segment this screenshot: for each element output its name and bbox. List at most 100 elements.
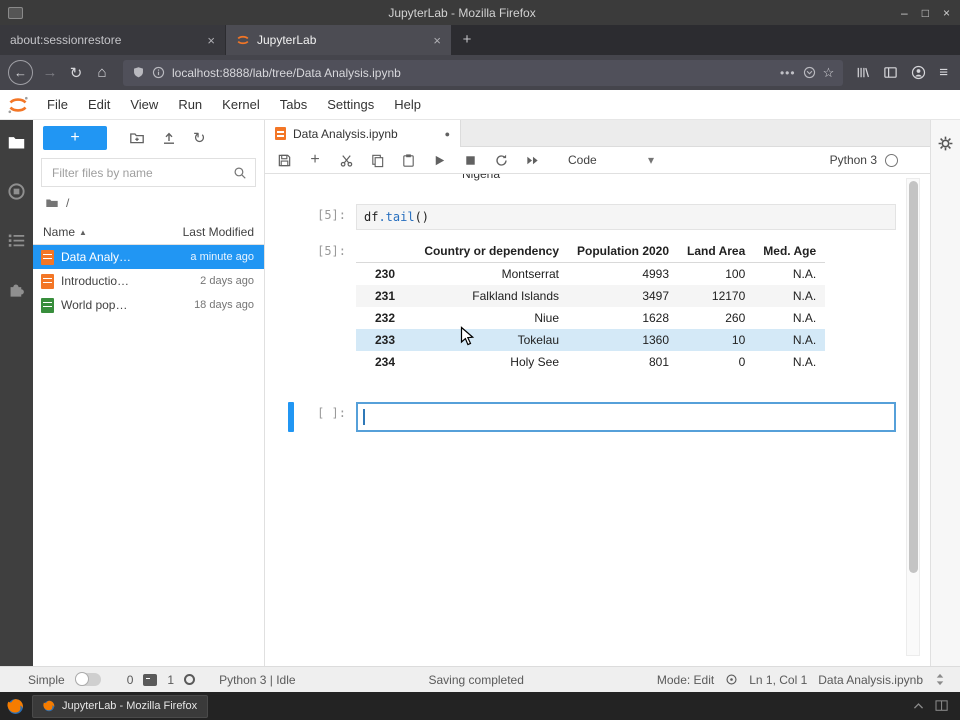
menu-file[interactable]: File	[37, 97, 78, 112]
bookmark-star-icon[interactable]: ☆	[823, 65, 835, 81]
filter-files-input[interactable]	[50, 164, 233, 181]
simple-mode-toggle[interactable]	[74, 672, 101, 686]
crosshair-icon[interactable]	[725, 673, 738, 686]
new-folder-icon[interactable]	[129, 130, 145, 146]
save-button[interactable]	[275, 151, 293, 169]
menu-view[interactable]: View	[120, 97, 168, 112]
breadcrumb[interactable]: /	[33, 191, 264, 215]
filter-files-box[interactable]	[41, 158, 256, 187]
refresh-files-icon[interactable]: ↻	[193, 129, 206, 147]
menu-edit[interactable]: Edit	[78, 97, 120, 112]
new-launcher-button[interactable]: +	[43, 126, 107, 150]
browser-tab-jupyterlab[interactable]: JupyterLab ×	[226, 25, 451, 55]
menu-run[interactable]: Run	[168, 97, 212, 112]
text-cursor	[363, 409, 365, 425]
tab-close-icon[interactable]: ×	[207, 33, 215, 48]
sort-ascending-icon: ▲	[79, 227, 87, 237]
pocket-icon[interactable]	[803, 66, 816, 79]
maximize-button[interactable]: □	[922, 6, 929, 20]
firefox-launcher-icon[interactable]	[7, 698, 24, 715]
close-button[interactable]: ×	[943, 6, 950, 20]
home-button[interactable]: ⌂	[89, 60, 115, 86]
jupyterlab-menubar: File Edit View Run Kernel Tabs Settings …	[0, 90, 960, 120]
file-browser-panel: + ↻ Filter files by name / Name ▲ Last M…	[33, 120, 265, 666]
sidebars-icon[interactable]	[883, 65, 898, 80]
column-header-name[interactable]: Name ▲	[43, 225, 183, 239]
paste-cells-button[interactable]	[399, 151, 417, 169]
interrupt-kernel-button[interactable]	[461, 151, 479, 169]
tracking-shield-icon[interactable]	[132, 66, 145, 79]
file-row-data-analysis[interactable]: Data Analy… a minute ago	[33, 245, 264, 269]
copy-icon	[371, 154, 383, 167]
modified-dot-icon[interactable]: ●	[445, 129, 450, 139]
menu-settings[interactable]: Settings	[317, 97, 384, 112]
taskbar-window-button[interactable]: JupyterLab - Mozilla Firefox	[32, 694, 209, 718]
new-tab-button[interactable]: +	[452, 25, 482, 55]
code-cell: [5]: df .tail()	[288, 204, 896, 230]
upload-icon[interactable]	[161, 130, 177, 146]
kernel-sessions-icon[interactable]	[184, 674, 196, 685]
back-button[interactable]: ←	[8, 60, 33, 85]
output-cell: [5]: Country or dependency Population 20…	[288, 240, 896, 373]
page-actions-icon[interactable]: •••	[780, 66, 796, 80]
cut-cells-button[interactable]	[337, 151, 355, 169]
add-cell-button[interactable]: +	[306, 151, 324, 169]
terminals-count[interactable]: 0	[127, 673, 134, 687]
kernels-count[interactable]: 1	[167, 673, 174, 687]
kernel-status-text[interactable]: Python 3 | Idle	[219, 673, 296, 687]
menu-help[interactable]: Help	[384, 97, 431, 112]
copy-cells-button[interactable]	[368, 151, 386, 169]
minimize-button[interactable]: –	[901, 6, 908, 20]
gear-icon[interactable]	[937, 135, 954, 152]
notebook-scrollbar[interactable]	[906, 178, 920, 656]
tab-close-icon[interactable]: ×	[433, 33, 441, 48]
url-bar[interactable]: localhost:8888/lab/tree/Data Analysis.ip…	[123, 59, 844, 86]
breadcrumb-root[interactable]: /	[66, 196, 69, 210]
notebook-mode[interactable]: Mode: Edit	[657, 673, 714, 687]
extension-manager-icon[interactable]	[7, 280, 26, 299]
notebook-file-icon	[41, 249, 54, 265]
table-header-row: Country or dependency Population 2020 La…	[356, 240, 826, 263]
hamburger-menu-icon[interactable]: ≡	[939, 64, 948, 81]
chevron-up-icon[interactable]	[912, 700, 925, 713]
folder-icon[interactable]	[45, 196, 59, 210]
browser-tab-sessionrestore[interactable]: about:sessionrestore ×	[0, 25, 225, 55]
account-icon[interactable]	[911, 65, 926, 80]
cell-type-dropdown[interactable]: Code ▾	[568, 153, 654, 167]
empty-code-editor[interactable]	[356, 402, 896, 432]
restart-run-all-button[interactable]	[523, 151, 541, 169]
menu-kernel[interactable]: Kernel	[212, 97, 270, 112]
file-browser-icon[interactable]	[7, 133, 26, 152]
window-menu-icon[interactable]	[8, 6, 23, 19]
notebook-content: Nigeria [5]: df .tail() [5]: Country or …	[265, 174, 930, 666]
menu-tabs[interactable]: Tabs	[270, 97, 317, 112]
code-editor[interactable]: df .tail()	[356, 204, 896, 230]
table-row: 232 Niue 1628 260 N.A.	[374, 311, 817, 325]
jupyter-favicon-icon	[237, 35, 249, 45]
doc-tab-data-analysis[interactable]: Data Analysis.ipynb ●	[265, 120, 461, 147]
restart-kernel-button[interactable]	[492, 151, 510, 169]
simple-mode-label: Simple	[28, 672, 65, 687]
browser-navbar: ← → ↻ ⌂ localhost:8888/lab/tree/Data Ana…	[0, 55, 960, 90]
file-row-introduction[interactable]: Introductio… 2 days ago	[33, 269, 264, 293]
run-cell-button[interactable]	[430, 151, 448, 169]
library-icon[interactable]	[855, 65, 870, 80]
file-row-world-population[interactable]: World pop… 18 days ago	[33, 293, 264, 317]
running-sessions-icon[interactable]	[7, 182, 26, 201]
site-info-icon[interactable]	[152, 66, 165, 79]
column-header-modified[interactable]: Last Modified	[183, 225, 254, 239]
workspace-pager-icon[interactable]	[935, 700, 949, 712]
kernel-name[interactable]: Python 3	[830, 153, 877, 167]
doc-tab-label: Data Analysis.ipynb	[293, 126, 398, 141]
cursor-position[interactable]: Ln 1, Col 1	[749, 673, 807, 687]
plus-icon: +	[70, 129, 80, 146]
scrollbar-thumb[interactable]	[908, 181, 918, 573]
forward-button[interactable]: →	[37, 60, 63, 86]
command-palette-icon[interactable]	[7, 231, 26, 250]
code-method: .tail	[378, 210, 415, 224]
terminal-icon[interactable]	[143, 673, 158, 686]
reload-button[interactable]: ↻	[63, 60, 89, 86]
url-text[interactable]: localhost:8888/lab/tree/Data Analysis.ip…	[172, 66, 773, 80]
tab-label: about:sessionrestore	[10, 33, 122, 47]
scroll-arrows-icon[interactable]	[934, 673, 946, 686]
